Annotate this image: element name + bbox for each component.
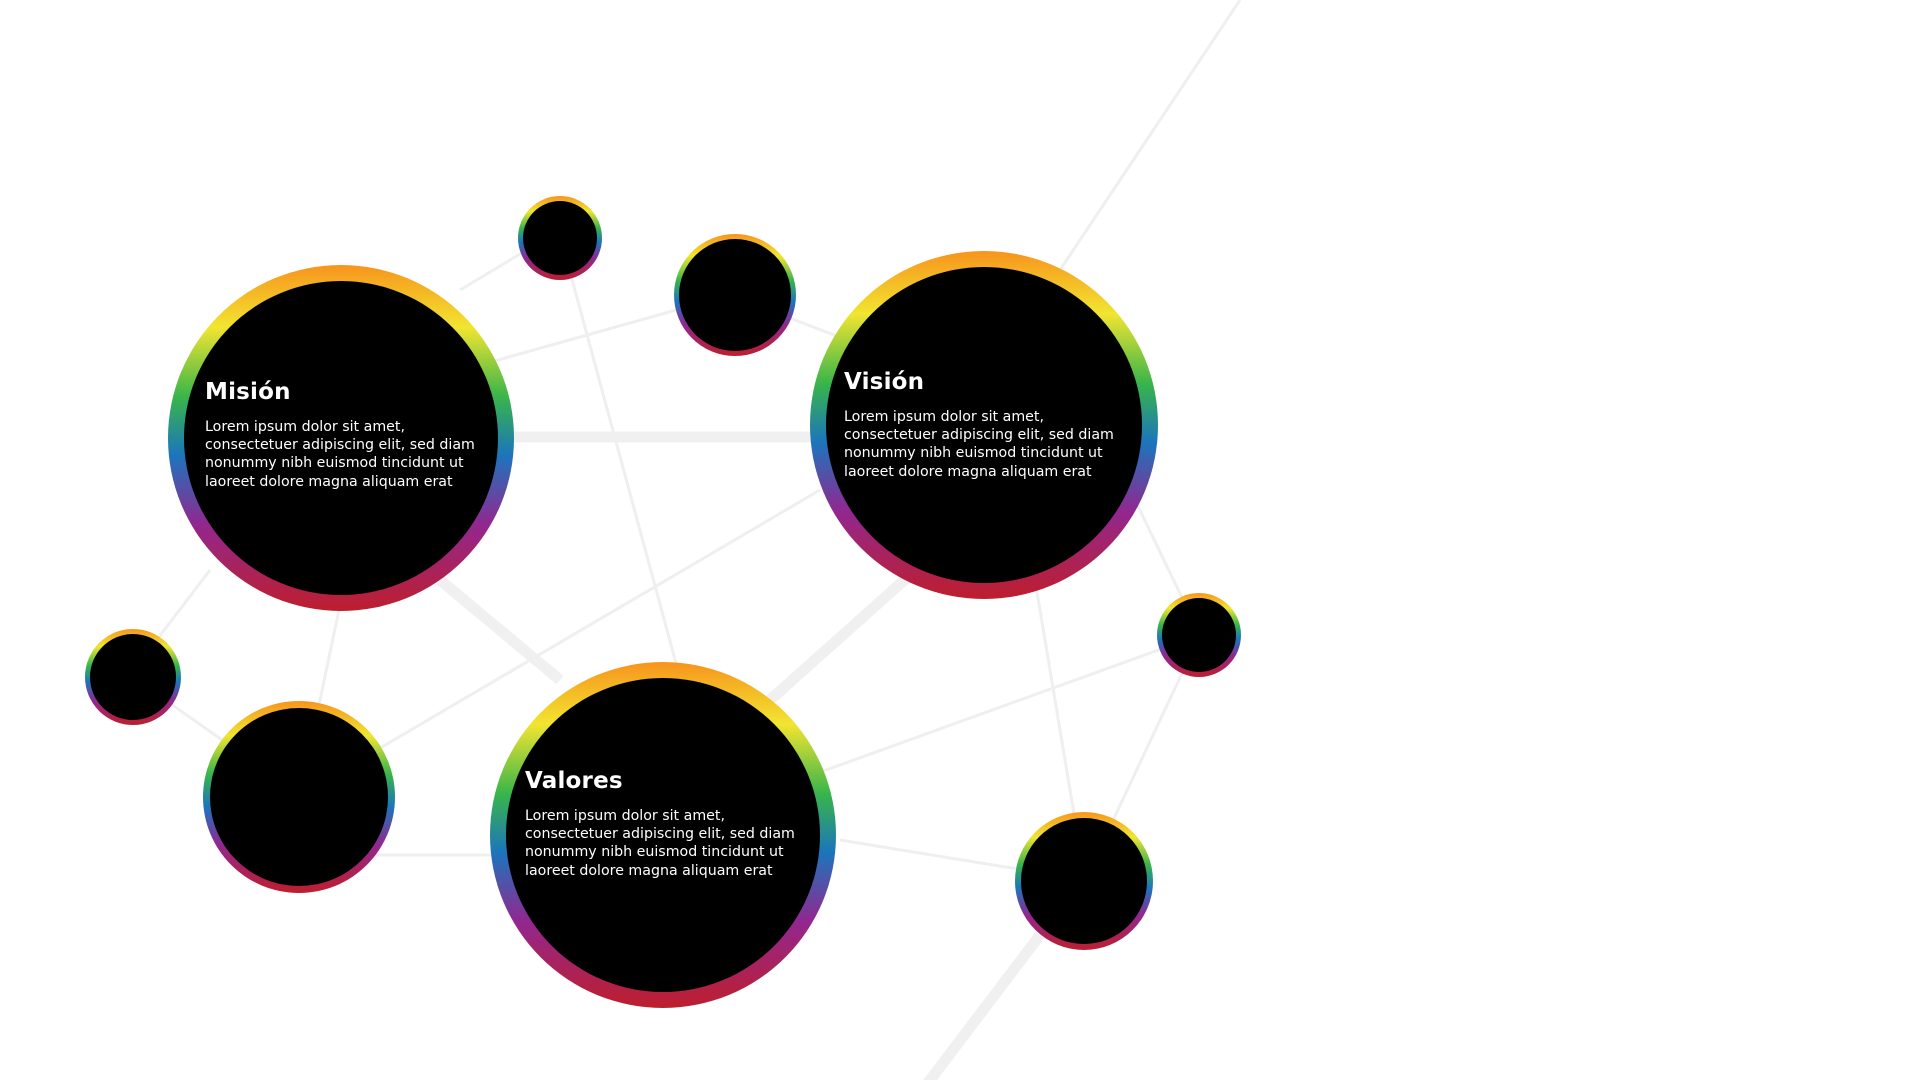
mision-title: Misión [205,379,291,405]
connector [558,234,692,716]
small-node [1157,593,1241,677]
small-node [203,701,395,893]
small-node [674,234,796,356]
vision-title: Visión [844,369,925,395]
mision-body: Lorem ipsum dolor sit amet, consectetuer… [205,419,475,490]
valores-label: Valores Lorem ipsum dolor sit amet, cons… [525,767,810,880]
small-node [1015,812,1153,950]
connector [1058,0,1242,271]
network-diagram [85,0,1242,1080]
small-node [518,196,602,280]
small-node [85,629,181,725]
vision-body: Lorem ipsum dolor sit amet, consectetuer… [844,409,1114,480]
connector [923,931,1045,1080]
connector [766,570,914,705]
valores-body: Lorem ipsum dolor sit amet, consectetuer… [525,808,795,879]
connector [436,575,564,685]
valores-title: Valores [525,768,623,794]
vision-label: Visión Lorem ipsum dolor sit amet, conse… [844,368,1129,481]
mision-label: Misión Lorem ipsum dolor sit amet, conse… [205,378,490,491]
